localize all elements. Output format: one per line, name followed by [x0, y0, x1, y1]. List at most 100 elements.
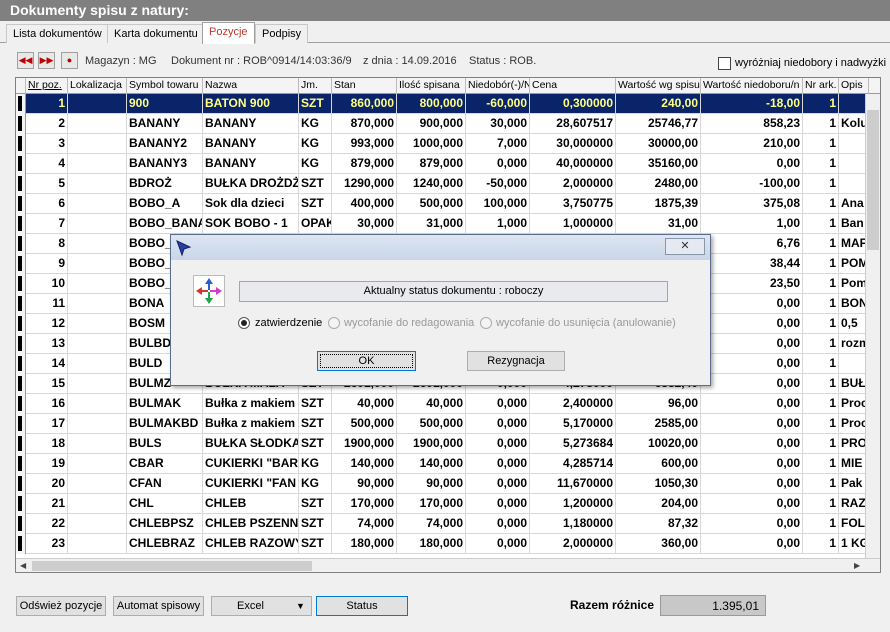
row-indicator[interactable] — [16, 534, 26, 554]
cell-sym[interactable]: CHLEBPSZ — [127, 514, 203, 534]
cell-wniedob[interactable]: 0,00 — [701, 334, 803, 354]
cell-wniedob[interactable]: 0,00 — [701, 494, 803, 514]
cell-lok[interactable] — [68, 134, 127, 154]
row-indicator[interactable] — [16, 174, 26, 194]
cell-lok[interactable] — [68, 534, 127, 554]
table-row[interactable]: 4 BANANY3 BANANY KG 879,000 879,000 0,000 40,00… — [16, 154, 869, 174]
cell-jm[interactable]: SZT — [299, 414, 332, 434]
cell-ark[interactable]: 1 — [803, 434, 839, 454]
cell-nr[interactable]: 23 — [26, 534, 68, 554]
cell-nazwa[interactable]: BANANY — [203, 134, 299, 154]
row-indicator[interactable] — [16, 274, 26, 294]
cell-jm[interactable]: KG — [299, 114, 332, 134]
cell-ilosc[interactable]: 500,000 — [397, 414, 466, 434]
row-indicator[interactable] — [16, 214, 26, 234]
cell-wart[interactable]: 600,00 — [616, 454, 701, 474]
scroll-right-icon[interactable]: ▶ — [854, 561, 860, 570]
cell-sym[interactable]: CBAR — [127, 454, 203, 474]
cell-cena[interactable]: 1,200000 — [530, 494, 616, 514]
cell-ark[interactable]: 1 — [803, 254, 839, 274]
cell-nazwa[interactable]: Bułka z makiem — [203, 394, 299, 414]
cell-lok[interactable] — [68, 314, 127, 334]
radio-wycofanie-anulowanie[interactable] — [480, 317, 492, 329]
cell-wart[interactable]: 31,00 — [616, 214, 701, 234]
cell-wniedob[interactable]: -18,00 — [701, 94, 803, 114]
table-row[interactable]: 23 CHLEBRAZ CHLEB RAZOWY SZT 180,000 180,000 0… — [16, 534, 869, 554]
cell-stan[interactable]: 140,000 — [332, 454, 397, 474]
cell-stan[interactable]: 500,000 — [332, 414, 397, 434]
header-nazwa[interactable]: Nazwa — [203, 78, 299, 94]
cell-sym[interactable]: BOBO_BANA — [127, 214, 203, 234]
cell-lok[interactable] — [68, 94, 127, 114]
cell-stan[interactable]: 180,000 — [332, 534, 397, 554]
cell-jm[interactable]: SZT — [299, 94, 332, 114]
cell-nr[interactable]: 4 — [26, 154, 68, 174]
cell-lok[interactable] — [68, 274, 127, 294]
cell-cena[interactable]: 11,670000 — [530, 474, 616, 494]
cell-nr[interactable]: 7 — [26, 214, 68, 234]
cell-nr[interactable]: 9 — [26, 254, 68, 274]
table-row[interactable]: 20 CFAN CUKIERKI "FAN KG 90,000 90,000 0,000 11… — [16, 474, 869, 494]
cell-ark[interactable]: 1 — [803, 414, 839, 434]
cell-nazwa[interactable]: Sok dla dzieci — [203, 194, 299, 214]
table-row[interactable]: 22 CHLEBPSZ CHLEB PSZENN SZT 74,000 74,000 0,0… — [16, 514, 869, 534]
header-jm[interactable]: Jm. — [299, 78, 332, 94]
cell-cena[interactable]: 3,750775 — [530, 194, 616, 214]
cell-nazwa[interactable]: BANANY — [203, 114, 299, 134]
cell-ilosc[interactable]: 90,000 — [397, 474, 466, 494]
cell-lok[interactable] — [68, 334, 127, 354]
cell-nied[interactable]: -60,000 — [466, 94, 530, 114]
cell-cena[interactable]: 4,285714 — [530, 454, 616, 474]
cell-ark[interactable]: 1 — [803, 454, 839, 474]
cell-cena[interactable]: 2,000000 — [530, 534, 616, 554]
cell-nr[interactable]: 15 — [26, 374, 68, 394]
header-lokalizacja[interactable]: Lokalizacja — [68, 78, 127, 94]
cell-ark[interactable]: 1 — [803, 134, 839, 154]
cell-wniedob[interactable]: 0,00 — [701, 414, 803, 434]
header-wartosc-niedoboru[interactable]: Wartość niedoboru/n — [701, 78, 803, 94]
row-indicator[interactable] — [16, 134, 26, 154]
cell-wniedob[interactable]: 23,50 — [701, 274, 803, 294]
cell-lok[interactable] — [68, 174, 127, 194]
cell-cena[interactable]: 40,000000 — [530, 154, 616, 174]
cell-wart[interactable]: 204,00 — [616, 494, 701, 514]
cell-sym[interactable]: BDROŻ — [127, 174, 203, 194]
row-indicator[interactable] — [16, 114, 26, 134]
dialog-close-button[interactable]: ✕ — [665, 238, 705, 255]
row-indicator[interactable] — [16, 154, 26, 174]
cell-nr[interactable]: 13 — [26, 334, 68, 354]
cell-lok[interactable] — [68, 154, 127, 174]
cell-wart[interactable]: 2585,00 — [616, 414, 701, 434]
cell-nazwa[interactable]: CUKIERKI "FAN — [203, 474, 299, 494]
row-indicator[interactable] — [16, 194, 26, 214]
cell-stan[interactable]: 870,000 — [332, 114, 397, 134]
row-indicator[interactable] — [16, 514, 26, 534]
cell-wart[interactable]: 1050,30 — [616, 474, 701, 494]
cell-ilosc[interactable]: 900,000 — [397, 114, 466, 134]
header-cena[interactable]: Cena — [530, 78, 616, 94]
cell-nr[interactable]: 8 — [26, 234, 68, 254]
cell-nazwa[interactable]: BUŁKA DROŻDŻ — [203, 174, 299, 194]
cell-wart[interactable]: 2480,00 — [616, 174, 701, 194]
table-row[interactable]: 5 BDROŻ BUŁKA DROŻDŻ SZT 1290,000 1240,000 -50… — [16, 174, 869, 194]
cell-wniedob[interactable]: 0,00 — [701, 474, 803, 494]
header-nr-ark[interactable]: Nr ark. — [803, 78, 839, 94]
cell-lok[interactable] — [68, 214, 127, 234]
cell-stan[interactable]: 1290,000 — [332, 174, 397, 194]
cell-stan[interactable]: 170,000 — [332, 494, 397, 514]
cell-wniedob[interactable]: 0,00 — [701, 314, 803, 334]
table-row[interactable]: 1 900 BATON 900 SZT 860,000 800,000 -60,000 0,3… — [16, 94, 869, 114]
cell-ilosc[interactable]: 180,000 — [397, 534, 466, 554]
cell-sym[interactable]: 900 — [127, 94, 203, 114]
auto-inventory-button[interactable]: Automat spisowy — [113, 596, 204, 616]
cell-wniedob[interactable]: 375,08 — [701, 194, 803, 214]
cell-lok[interactable] — [68, 234, 127, 254]
cell-wart[interactable]: 87,32 — [616, 514, 701, 534]
cell-nr[interactable]: 5 — [26, 174, 68, 194]
tab-lista-dokumentow[interactable]: Lista dokumentów — [6, 24, 109, 43]
table-row[interactable]: 18 BULS BUŁKA SŁODKA SZT 1900,000 1900,000 0,0… — [16, 434, 869, 454]
header-nr-poz[interactable]: Nr poz. — [26, 78, 68, 94]
cell-jm[interactable]: KG — [299, 134, 332, 154]
cell-stan[interactable]: 30,000 — [332, 214, 397, 234]
cell-nazwa[interactable]: BUŁKA SŁODKA — [203, 434, 299, 454]
